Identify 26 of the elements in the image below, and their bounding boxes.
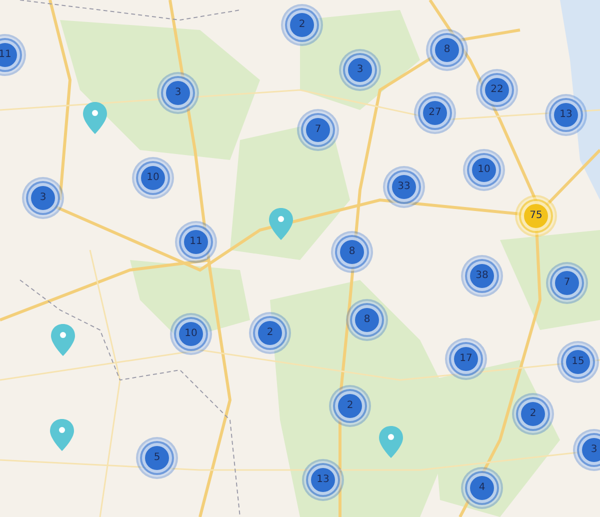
cluster-marker[interactable]: 2 xyxy=(290,13,314,37)
cluster-marker[interactable]: 38 xyxy=(470,264,494,288)
cluster-marker[interactable]: 3 xyxy=(31,186,55,210)
cluster-marker[interactable]: 10 xyxy=(141,166,165,190)
map-pin-icon[interactable] xyxy=(269,208,293,240)
cluster-marker[interactable]: 27 xyxy=(423,101,447,125)
cluster-marker[interactable]: 13 xyxy=(554,103,578,127)
cluster-marker[interactable]: 7 xyxy=(306,118,330,142)
map-pin-icon[interactable] xyxy=(379,426,403,458)
cluster-marker[interactable]: 75 xyxy=(524,204,548,228)
cluster-marker[interactable]: 3 xyxy=(582,438,600,462)
cluster-marker[interactable]: 2 xyxy=(258,321,282,345)
cluster-marker[interactable]: 8 xyxy=(340,240,364,264)
cluster-marker[interactable]: 22 xyxy=(485,78,509,102)
cluster-marker[interactable]: 8 xyxy=(435,38,459,62)
cluster-marker[interactable]: 15 xyxy=(566,350,590,374)
cluster-marker[interactable]: 33 xyxy=(392,175,416,199)
cluster-marker[interactable]: 5 xyxy=(145,446,169,470)
cluster-marker[interactable]: 11 xyxy=(184,230,208,254)
cluster-marker[interactable]: 10 xyxy=(472,158,496,182)
map-pin-icon[interactable] xyxy=(50,419,74,451)
cluster-marker[interactable]: 17 xyxy=(454,347,478,371)
map-pin-icon[interactable] xyxy=(51,324,75,356)
map-pin-icon[interactable] xyxy=(83,102,107,134)
cluster-marker[interactable]: 11 xyxy=(0,43,17,67)
cluster-marker[interactable]: 10 xyxy=(179,322,203,346)
